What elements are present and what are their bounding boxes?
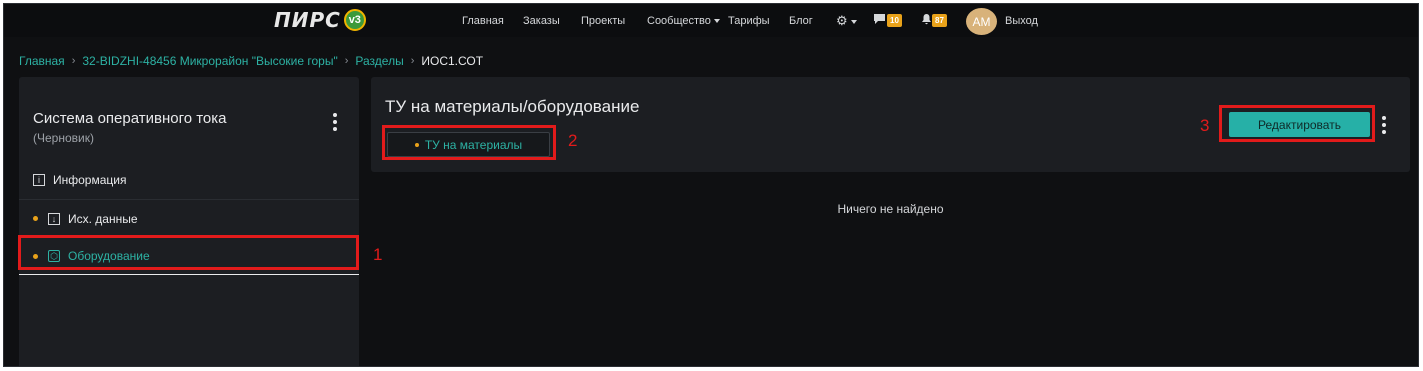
logout-link[interactable]: Выход: [1005, 15, 1038, 27]
nav-link-tariffs[interactable]: Тарифы: [728, 15, 770, 27]
sidebar-item-label: Исх. данные: [68, 211, 138, 226]
sidebar-more-icon[interactable]: [333, 113, 337, 131]
sidebar: Система оперативного тока (Черновик) i И…: [19, 77, 359, 366]
sidebar-item-label: Информация: [53, 172, 127, 187]
breadcrumb-current: ИОС1.СОТ: [421, 54, 484, 68]
download-icon: ↓: [48, 212, 60, 225]
top-navbar: ПИРС v3 Главная Заказы Проекты Сообществ…: [4, 4, 1418, 37]
breadcrumb-separator: ›: [71, 55, 76, 67]
annotation-number-3: 3: [1200, 116, 1210, 135]
app-window: ПИРС v3 Главная Заказы Проекты Сообществ…: [3, 3, 1419, 367]
annotation-box-1: [18, 235, 359, 270]
nav-link-community[interactable]: Сообщество: [647, 15, 720, 27]
nav-link-blog[interactable]: Блог: [789, 15, 813, 27]
sidebar-title: Система оперативного тока: [33, 110, 227, 127]
breadcrumb-project[interactable]: 32-BIDZHI-48456 Микрорайон "Высокие горы…: [82, 54, 337, 68]
breadcrumb: Главная › 32-BIDZHI-48456 Микрорайон "Вы…: [19, 54, 483, 68]
logo-text: ПИРС: [274, 8, 341, 32]
messages-badge: 10: [887, 14, 902, 27]
card-more-icon[interactable]: [1382, 116, 1386, 134]
bell-icon[interactable]: [921, 13, 932, 28]
nav-link-projects[interactable]: Проекты: [581, 15, 625, 27]
nav-link-orders[interactable]: Заказы: [523, 15, 560, 27]
nav-link-home[interactable]: Главная: [462, 15, 504, 27]
section-title: ТУ на материалы/оборудование: [385, 97, 640, 116]
sidebar-status: (Черновик): [33, 131, 94, 145]
info-icon: i: [33, 173, 45, 186]
breadcrumb-sections[interactable]: Разделы: [355, 54, 403, 68]
breadcrumb-separator: ›: [344, 55, 349, 67]
logo[interactable]: ПИРС v3: [274, 8, 366, 32]
version-badge: v3: [343, 9, 366, 31]
annotation-box-2: [382, 125, 556, 160]
breadcrumb-separator: ›: [410, 55, 415, 67]
gear-icon: ⚙: [836, 13, 848, 28]
settings-menu[interactable]: ⚙: [836, 13, 857, 29]
status-dot: [33, 216, 38, 221]
sidebar-item-info[interactable]: i Информация: [19, 161, 359, 198]
nav-link-community-label: Сообщество: [647, 15, 711, 27]
chevron-down-icon: [713, 19, 720, 24]
empty-state: Ничего не найдено: [837, 202, 944, 216]
annotation-number-2: 2: [568, 131, 578, 150]
chevron-down-icon: [850, 19, 857, 24]
annotation-box-3: [1219, 105, 1375, 142]
messages-icon[interactable]: [873, 13, 886, 28]
breadcrumb-home[interactable]: Главная: [19, 54, 65, 68]
sidebar-item-source-data[interactable]: ↓ Исх. данные: [19, 200, 359, 237]
avatar[interactable]: АМ: [966, 8, 997, 35]
notifications-badge: 87: [932, 14, 947, 27]
annotation-number-1: 1: [373, 245, 383, 264]
